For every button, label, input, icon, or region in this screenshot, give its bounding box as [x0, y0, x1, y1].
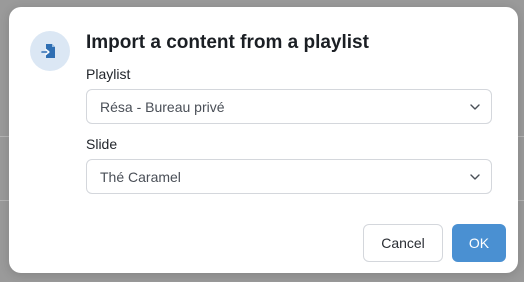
dialog-icon-badge [30, 31, 70, 71]
dialog-title: Import a content from a playlist [86, 32, 369, 53]
chevron-down-icon [470, 104, 480, 110]
slide-select[interactable]: Thé Caramel [86, 159, 492, 194]
slide-label: Slide [86, 136, 118, 152]
import-dialog: Import a content from a playlist Playlis… [9, 7, 518, 273]
chevron-down-icon [470, 174, 480, 180]
playlist-select[interactable]: Résa - Bureau privé [86, 89, 492, 124]
slide-select-value: Thé Caramel [100, 169, 181, 185]
ok-button[interactable]: OK [452, 224, 506, 262]
playlist-label: Playlist [86, 66, 131, 82]
import-file-icon [41, 44, 55, 58]
cancel-button[interactable]: Cancel [363, 224, 443, 262]
playlist-select-value: Résa - Bureau privé [100, 99, 225, 115]
